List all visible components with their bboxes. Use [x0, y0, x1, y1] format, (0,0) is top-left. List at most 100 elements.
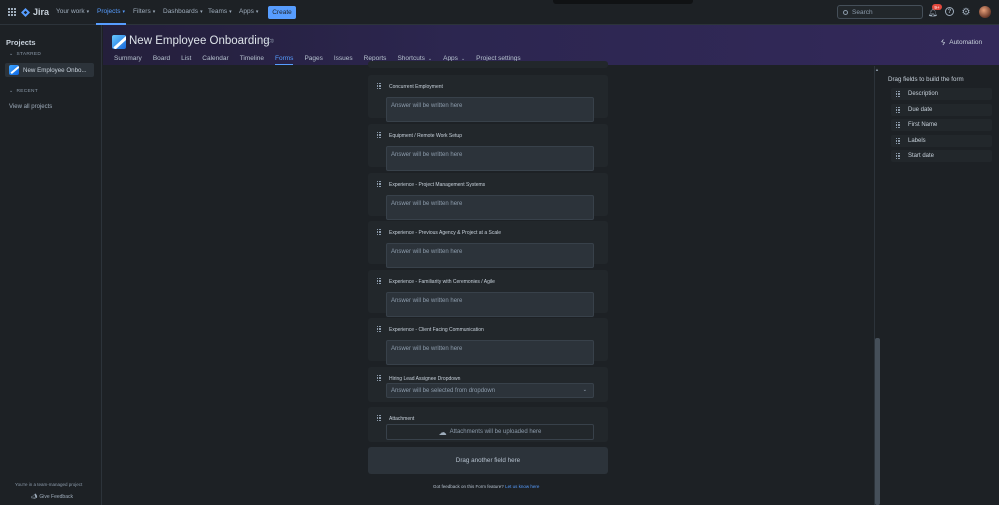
- palette-field-description[interactable]: Description: [891, 88, 992, 100]
- nav-filters[interactable]: Filters ▾: [133, 8, 155, 15]
- sidebar-item-new-employee-onboarding[interactable]: New Employee Onbo...: [5, 63, 94, 77]
- sidebar: Projects ⌄ STARRED New Employee Onbo... ⌄…: [0, 25, 102, 505]
- drag-field-dropzone[interactable]: Drag another field here: [368, 447, 608, 474]
- chevron-down-icon: ▾: [86, 8, 90, 15]
- tab-label: Board: [152, 55, 171, 62]
- form-field-card[interactable]: Experience - Previous Agency & Project a…: [368, 221, 608, 268]
- view-all-projects-link[interactable]: View all projects: [9, 104, 52, 110]
- starred-section-toggle[interactable]: ⌄ STARRED: [9, 51, 41, 57]
- form-field-card[interactable]: Concurrent Employment Answer will be wri…: [368, 75, 608, 122]
- tab-calendar[interactable]: Calendar: [202, 55, 228, 62]
- user-avatar[interactable]: [979, 6, 991, 18]
- nav-projects[interactable]: Projects ▾: [97, 8, 125, 15]
- drag-handle-icon[interactable]: [377, 326, 381, 332]
- form-field-card[interactable]: Experience - Project Management Systems …: [368, 173, 608, 220]
- search-input[interactable]: Search: [837, 5, 923, 19]
- form-field-card[interactable]: Experience - Familiarity with Ceremonies…: [368, 270, 608, 317]
- starred-label: STARRED: [16, 51, 42, 57]
- give-feedback-link[interactable]: 📣︎ Give Feedback: [31, 494, 73, 500]
- project-icon: [9, 65, 19, 75]
- field-label: Experience - Project Management Systems: [389, 182, 486, 188]
- top-navigation: Jira Your work ▾ Projects ▾ Filters ▾ Dashb…: [0, 0, 999, 25]
- drag-handle-icon: [896, 107, 900, 113]
- notification-count-badge: 9+: [932, 4, 942, 10]
- chevron-down-icon: ⌄: [9, 51, 14, 57]
- nav-teams[interactable]: Teams ▾: [208, 8, 232, 15]
- search-placeholder: Search: [852, 8, 873, 16]
- palette-field-label: First Name: [908, 122, 938, 128]
- nav-apps[interactable]: Apps ▾: [239, 8, 258, 15]
- team-managed-note: You're in a team-managed project: [15, 482, 83, 487]
- tab-timeline[interactable]: Timeline: [240, 55, 264, 62]
- tab-pages[interactable]: Pages: [304, 55, 322, 62]
- nav-label: Projects: [97, 8, 121, 15]
- field-label: Experience - Familiarity with Ceremonies…: [389, 279, 495, 285]
- palette-field-labels[interactable]: Labels: [891, 135, 992, 147]
- form-field-card-attachment[interactable]: Attachment ☁ Attachments will be uploade…: [368, 407, 608, 442]
- cloud-upload-icon: ☁: [438, 427, 447, 437]
- tab-label: Timeline: [239, 55, 265, 62]
- scroll-up-arrow-icon[interactable]: ▲: [875, 67, 879, 72]
- sidebar-item-label: New Employee Onbo...: [23, 66, 87, 74]
- tab-issues[interactable]: Issues: [334, 55, 353, 62]
- tab-label: Pages: [304, 55, 323, 62]
- drag-handle-icon[interactable]: [377, 278, 381, 284]
- recent-section-toggle[interactable]: ⌄ RECENT: [9, 88, 38, 94]
- app-switcher-icon[interactable]: [8, 8, 16, 16]
- feedback-link[interactable]: Let us know here: [505, 484, 539, 489]
- field-label: Equipment / Remote Work Setup: [389, 133, 462, 139]
- dropdown-placeholder-text: Answer will be selected from dropdown: [391, 388, 496, 394]
- panel-title: Drag fields to build the form: [888, 76, 964, 83]
- chevron-down-icon: ⌄: [9, 88, 14, 94]
- automation-button[interactable]: ϟ Automation: [940, 38, 983, 48]
- tab-label: Issues: [333, 55, 353, 62]
- search-icon: [843, 9, 848, 15]
- nav-label: Your work: [56, 8, 85, 15]
- dropdown-placeholder: Answer will be selected from dropdown ⌄: [386, 383, 594, 398]
- form-field-card[interactable]: Experience - Client Facing Communication…: [368, 318, 608, 365]
- project-header: New Employee Onboarding 📌︎ ϟ Automation …: [103, 25, 999, 66]
- drag-handle-icon[interactable]: [377, 83, 381, 89]
- drag-handle-icon[interactable]: [377, 132, 381, 138]
- nav-your-work[interactable]: Your work ▾: [56, 8, 89, 15]
- attachment-placeholder: Attachments will be uploaded here: [449, 429, 542, 435]
- palette-field-label: Start date: [908, 153, 935, 159]
- palette-field-first-name[interactable]: First Name: [891, 119, 992, 131]
- palette-field-label: Due date: [908, 107, 933, 113]
- help-icon[interactable]: ?: [945, 7, 954, 16]
- form-field-card-previous[interactable]: [368, 61, 608, 68]
- nav-label: Apps: [239, 8, 254, 15]
- tab-label: Summary: [114, 55, 142, 62]
- tab-board[interactable]: Board: [153, 55, 170, 62]
- tab-label: Forms: [275, 55, 294, 62]
- recent-label: RECENT: [16, 88, 39, 94]
- nav-label: Filters: [133, 8, 151, 15]
- settings-gear-icon[interactable]: ⚙: [961, 7, 971, 18]
- drag-handle-icon[interactable]: [377, 229, 381, 235]
- jira-logo[interactable]: Jira: [21, 6, 49, 18]
- palette-field-label: Description: [908, 91, 939, 97]
- automation-label: Automation: [949, 39, 983, 46]
- create-button[interactable]: Create: [268, 6, 296, 19]
- field-label: Experience - Client Facing Communication: [389, 327, 484, 333]
- chevron-down-icon: ▾: [229, 8, 232, 15]
- nav-label: Dashboards: [163, 8, 199, 15]
- drag-handle-icon: [896, 91, 900, 97]
- drag-handle-icon[interactable]: [377, 375, 381, 381]
- field-palette-panel: Drag fields to build the form Descriptio…: [882, 66, 999, 505]
- tab-summary[interactable]: Summary: [114, 55, 142, 62]
- nav-label: Teams: [208, 8, 228, 15]
- scrollbar-thumb[interactable]: [875, 338, 880, 505]
- form-field-card[interactable]: Equipment / Remote Work Setup Answer wil…: [368, 124, 608, 171]
- palette-field-start-date[interactable]: Start date: [891, 150, 992, 162]
- chevron-down-icon: ▾: [255, 8, 259, 15]
- feedback-text: Got feedback on this Form feature?: [433, 484, 504, 489]
- tab-forms[interactable]: Forms: [275, 55, 294, 66]
- drag-handle-icon: [896, 153, 900, 159]
- tab-list[interactable]: List: [181, 55, 191, 62]
- form-field-card-dropdown[interactable]: Hiring Lead Assignee Dropdown Answer wil…: [368, 367, 608, 402]
- drag-handle-icon[interactable]: [377, 415, 381, 421]
- drag-handle-icon[interactable]: [377, 181, 381, 187]
- nav-dashboards[interactable]: Dashboards ▾: [163, 8, 203, 15]
- palette-field-due-date[interactable]: Due date: [891, 104, 992, 116]
